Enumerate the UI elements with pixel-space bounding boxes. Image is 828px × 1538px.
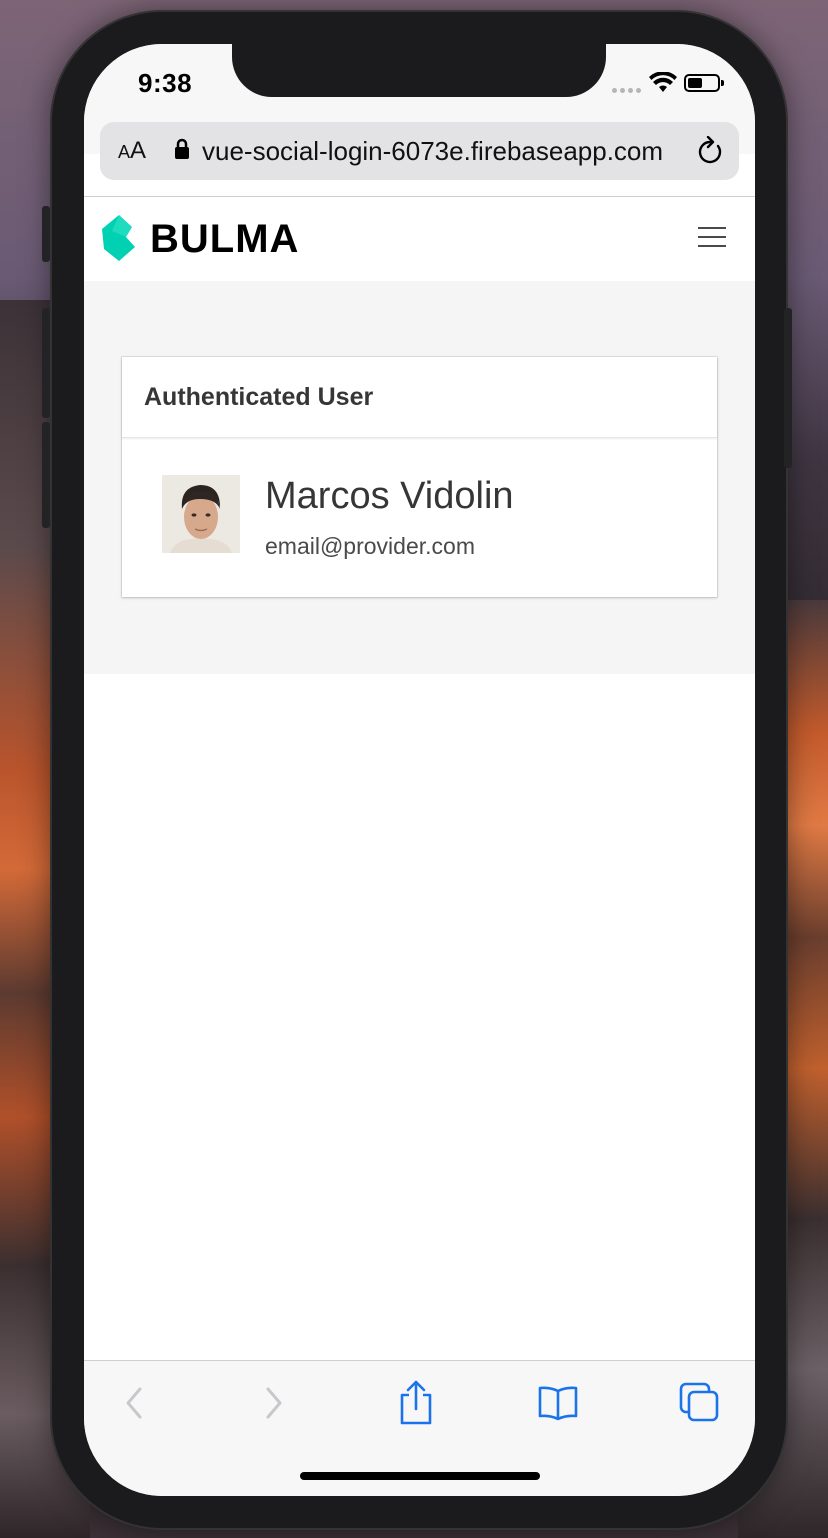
battery-icon — [684, 74, 724, 92]
address-bar[interactable]: AA vue-social-login-6073e.firebaseapp.co… — [100, 122, 739, 180]
hero-section: Authenticated User Marcos Vidolin email@… — [84, 281, 755, 674]
avatar — [162, 475, 240, 553]
notch — [232, 44, 606, 97]
user-name: Marcos Vidolin — [265, 475, 514, 517]
card-header: Authenticated User — [122, 357, 717, 438]
brand-name[interactable]: BULMA — [150, 217, 299, 262]
phone-screen: 9:38 AA vue-social-login-6073e.firebasea… — [84, 44, 755, 1496]
card-title: Authenticated User — [144, 383, 374, 411]
status-time: 9:38 — [138, 68, 193, 98]
bulma-logo-icon[interactable] — [102, 215, 136, 261]
forward-arrow-icon[interactable] — [262, 1383, 286, 1423]
mute-switch — [42, 206, 50, 262]
volume-up-button — [42, 308, 50, 418]
back-arrow-icon[interactable] — [122, 1383, 146, 1423]
status-bar: 9:38 AA vue-social-login-6073e.firebasea… — [84, 44, 755, 180]
wifi-icon — [649, 72, 677, 92]
reload-icon[interactable] — [696, 136, 724, 166]
home-indicator[interactable] — [300, 1472, 540, 1480]
lock-icon — [175, 138, 189, 159]
share-icon[interactable] — [398, 1379, 434, 1425]
user-email: email@provider.com — [265, 533, 475, 559]
hamburger-menu-icon[interactable] — [698, 227, 726, 247]
bookmarks-icon[interactable] — [538, 1385, 578, 1421]
text-size-button[interactable]: AA — [118, 137, 146, 165]
navbar: BULMA — [84, 197, 755, 281]
tabs-icon[interactable] — [678, 1381, 720, 1423]
user-card: Authenticated User Marcos Vidolin email@… — [122, 357, 717, 597]
url-text[interactable]: vue-social-login-6073e.firebaseapp.com — [202, 136, 682, 167]
cell-signal-icon — [612, 88, 641, 93]
volume-down-button — [42, 422, 50, 528]
avatar-photo — [162, 475, 240, 553]
power-button — [784, 308, 792, 468]
